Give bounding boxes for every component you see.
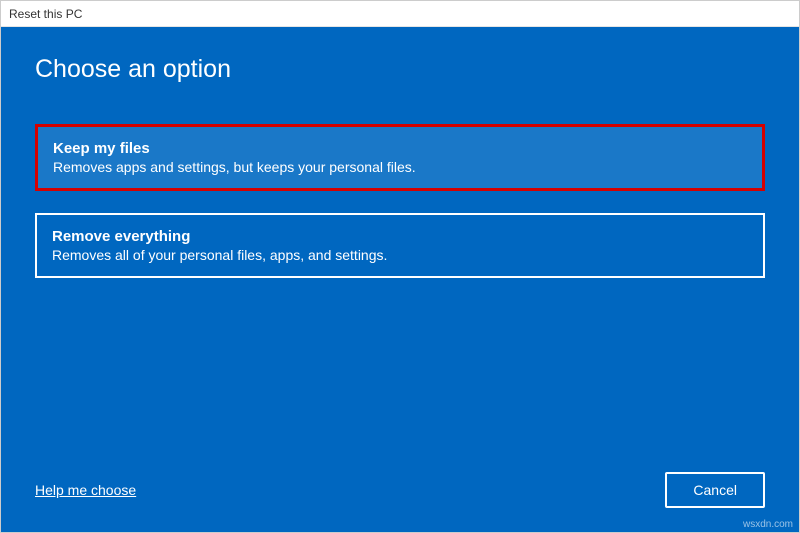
help-me-choose-link[interactable]: Help me choose [35,482,136,498]
page-heading: Choose an option [35,55,765,84]
option-remove-title: Remove everything [52,228,748,245]
window-title: Reset this PC [9,7,82,21]
content-area: Choose an option Keep my files Removes a… [1,27,799,532]
watermark: wsxdn.com [743,519,793,530]
option-keep-title: Keep my files [53,140,747,157]
footer: Help me choose Cancel [35,472,765,508]
option-remove-desc: Removes all of your personal files, apps… [52,247,748,263]
option-keep-my-files[interactable]: Keep my files Removes apps and settings,… [35,124,765,191]
cancel-button[interactable]: Cancel [665,472,765,508]
titlebar: Reset this PC [1,1,799,27]
reset-pc-window: Reset this PC Choose an option Keep my f… [0,0,800,533]
option-remove-everything[interactable]: Remove everything Removes all of your pe… [35,213,765,278]
option-keep-desc: Removes apps and settings, but keeps you… [53,159,747,175]
